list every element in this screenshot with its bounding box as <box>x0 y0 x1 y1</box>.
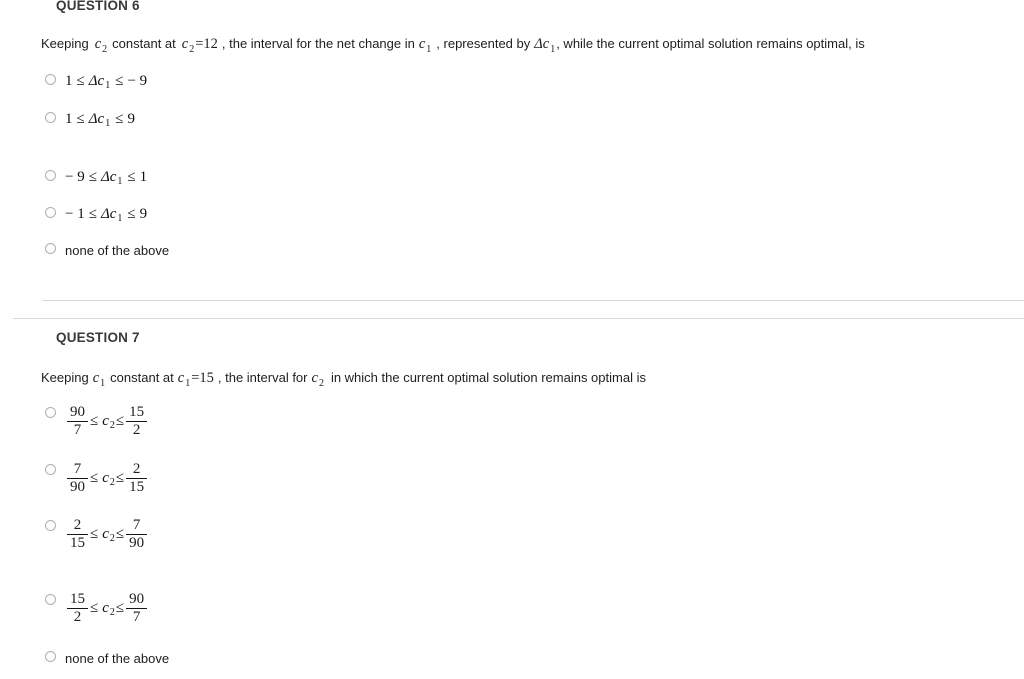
radio-button-icon[interactable] <box>45 520 56 531</box>
prompt-text-segment: , the interval for <box>217 370 308 385</box>
question-6-option-2[interactable]: 1 ≤ Δc 1 ≤9 <box>0 111 135 130</box>
prompt-text-segment: , represented by <box>436 36 531 51</box>
option-label: − 1 ≤ Δc 1 ≤9 <box>65 206 148 225</box>
option-label: 1 ≤ Δc 1 ≤ − 9 <box>65 73 148 92</box>
radio-button-icon[interactable] <box>45 112 56 123</box>
radio-button-icon[interactable] <box>45 170 56 181</box>
option-label: 15 2 ≤ c 2 ≤ 90 7 <box>65 591 149 626</box>
fraction-right: 2 15 <box>126 461 148 496</box>
prompt-text-segment: constant at <box>110 370 174 385</box>
prompt-var-c1-value: c1 <box>177 370 191 389</box>
question-7-heading: QUESTION 7 <box>56 330 140 345</box>
question-7-option-5[interactable]: none of the above <box>0 651 169 666</box>
option-label: 2 15 ≤ c 2 ≤ 7 90 <box>65 517 149 552</box>
prompt-text-segment: constant at <box>112 36 176 51</box>
prompt-var-c2-value: c2 <box>181 36 195 55</box>
radio-button-icon[interactable] <box>45 464 56 475</box>
question-7-option-3[interactable]: 2 15 ≤ c 2 ≤ 7 90 <box>0 517 149 552</box>
option-label: 7 90 ≤ c 2 ≤ 2 15 <box>65 461 149 496</box>
question-6-option-1[interactable]: 1 ≤ Δc 1 ≤ − 9 <box>0 73 148 92</box>
prompt-var-c2: c2 <box>94 36 108 55</box>
fraction-left: 2 15 <box>67 517 88 552</box>
question-6-heading: QUESTION 6 <box>56 0 140 13</box>
prompt-text-segment: in which the current optimal solution re… <box>330 370 646 385</box>
fraction-right: 15 2 <box>126 404 148 439</box>
fraction-right: 90 7 <box>126 591 148 626</box>
question-7-prompt: Keeping c1 constant at c1=15, the interval … <box>0 370 646 389</box>
radio-button-icon[interactable] <box>45 243 56 254</box>
fraction-left: 7 90 <box>67 461 88 496</box>
fraction-right: 7 90 <box>126 517 148 552</box>
radio-button-icon[interactable] <box>45 651 56 662</box>
option-label: none of the above <box>65 651 170 666</box>
radio-button-icon[interactable] <box>45 594 56 605</box>
question-7-option-2[interactable]: 7 90 ≤ c 2 ≤ 2 15 <box>0 461 149 496</box>
question-6-option-4[interactable]: − 1 ≤ Δc 1 ≤9 <box>0 206 148 225</box>
prompt-delta-c1: Δc1 <box>534 36 556 55</box>
option-label: 90 7 ≤ c 2 ≤ 15 2 <box>65 404 149 439</box>
question-7-option-1[interactable]: 90 7 ≤ c 2 ≤ 15 2 <box>0 404 149 439</box>
question-7-top-divider <box>13 318 1024 319</box>
question-6-bottom-divider <box>42 300 1024 301</box>
prompt-var-c1: c1 <box>418 36 432 55</box>
prompt-text-segment: Keeping <box>41 36 89 51</box>
prompt-value: 15 <box>199 370 214 386</box>
fraction-left: 90 7 <box>67 404 88 439</box>
radio-button-icon[interactable] <box>45 74 56 85</box>
prompt-text-segment: Keeping <box>41 370 89 385</box>
fraction-left: 15 2 <box>67 591 88 626</box>
radio-button-icon[interactable] <box>45 407 56 418</box>
prompt-value: 12 <box>203 36 218 52</box>
prompt-text-segment: , the interval for the net change in <box>221 36 415 51</box>
question-6-option-5[interactable]: none of the above <box>0 243 169 258</box>
radio-button-icon[interactable] <box>45 207 56 218</box>
option-label: none of the above <box>65 243 170 258</box>
prompt-var-c1: c1 <box>92 370 106 389</box>
question-6-prompt: Keeping c2 constant at c2=12, the interval … <box>0 36 865 55</box>
prompt-var-c2: c2 <box>311 370 324 389</box>
option-label: − 9 ≤ Δc 1 ≤1 <box>65 169 148 188</box>
option-label: 1 ≤ Δc 1 ≤9 <box>65 111 135 130</box>
question-6-option-3[interactable]: − 9 ≤ Δc 1 ≤1 <box>0 169 148 188</box>
question-7-option-4[interactable]: 15 2 ≤ c 2 ≤ 90 7 <box>0 591 149 626</box>
prompt-text-segment: , while the current optimal solution rem… <box>556 36 865 51</box>
